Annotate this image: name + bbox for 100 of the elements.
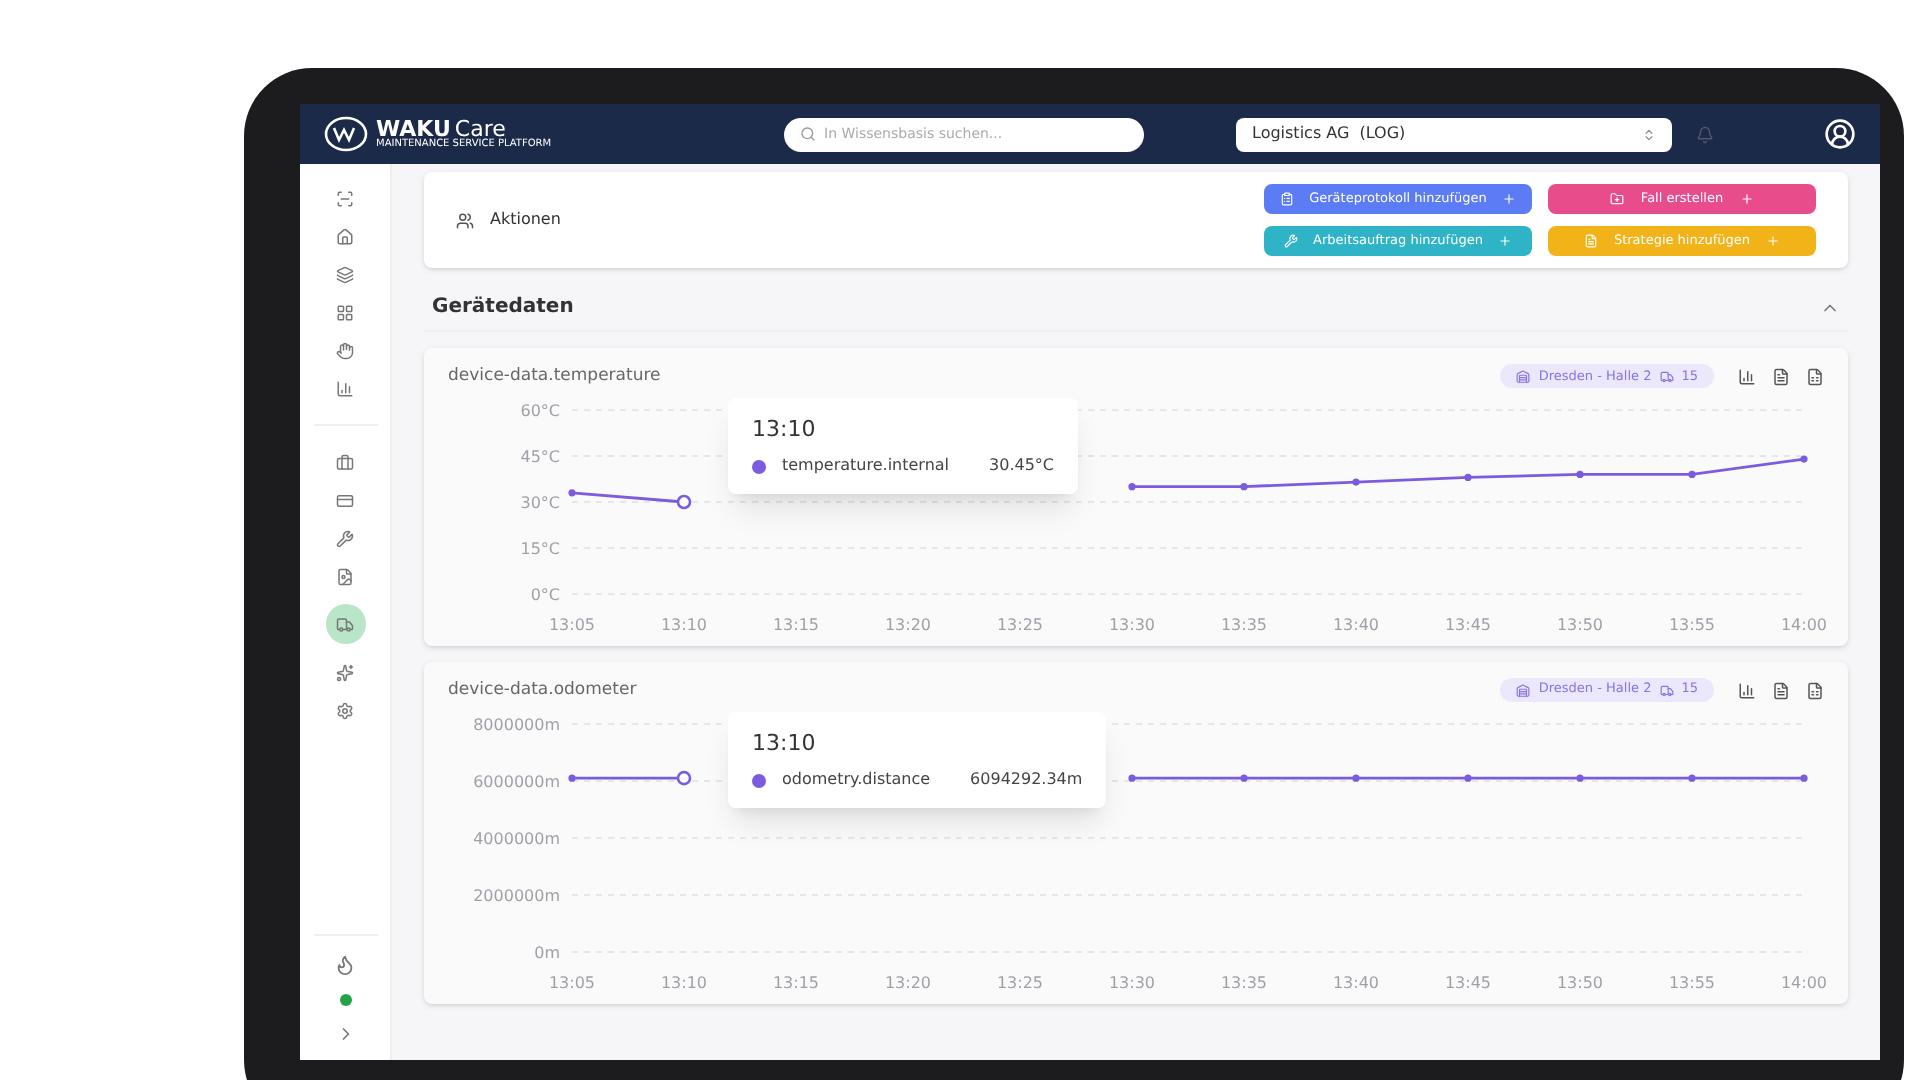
sidebar-icon: [336, 529, 354, 547]
sidebar-icon: [336, 615, 354, 633]
y-axis-label: 0m: [534, 943, 560, 961]
data-point: [1240, 773, 1248, 781]
button-icon: [1610, 192, 1625, 206]
warehouse-icon: [1516, 369, 1531, 384]
x-axis-label: 13:05: [548, 973, 596, 991]
data-point: [1800, 773, 1808, 781]
hovered-point[interactable]: [676, 494, 692, 509]
x-axis-label: 13:15: [772, 615, 820, 634]
x-axis-label: 13:35: [1220, 615, 1268, 634]
sidebar-icon: [336, 189, 354, 207]
plus-icon: [1498, 234, 1513, 248]
y-axis-label: 30°C: [520, 493, 560, 512]
sidebar-icon: [336, 663, 354, 681]
chevron-icon: [1642, 127, 1656, 141]
x-axis-label: 13:55: [1668, 973, 1716, 991]
x-axis-label: 13:10: [660, 615, 708, 634]
flame-icon[interactable]: [334, 954, 356, 976]
data-point: [568, 773, 576, 781]
x-axis-label: 13:25: [996, 973, 1044, 991]
actions-title: Aktionen: [490, 208, 561, 232]
data-point: [1352, 773, 1360, 781]
x-axis-label: 13:15: [772, 973, 820, 991]
sidebar-icon: [336, 265, 354, 283]
sidebar-icon: [336, 303, 354, 321]
chart-title: device-data.temperature: [448, 364, 661, 390]
spreadsheet-icon[interactable]: [1806, 367, 1824, 386]
x-axis-label: 13:50: [1556, 615, 1604, 634]
y-axis-label: 6000000m: [473, 772, 560, 790]
x-axis-label: 13:50: [1556, 973, 1604, 991]
section-title: Gerätedaten: [432, 294, 574, 322]
truck-icon: [1659, 683, 1674, 698]
spreadsheet-icon[interactable]: [1806, 681, 1824, 700]
chart-title: device-data.odometer: [448, 677, 637, 703]
x-axis-label: 13:30: [1108, 615, 1156, 634]
logo-icon: [324, 116, 368, 152]
plus-icon: [1766, 234, 1781, 248]
data-point: [1464, 473, 1472, 481]
x-axis-label: 13:05: [548, 615, 596, 634]
x-axis-label: 13:20: [884, 615, 932, 634]
data-point: [1128, 482, 1136, 490]
company-select-value: Logistics AG (LOG): [1252, 122, 1406, 146]
sidebar-icon: [336, 453, 354, 471]
x-axis-label: 14:00: [1780, 615, 1828, 634]
data-point: [1464, 773, 1472, 781]
hovered-point[interactable]: [676, 769, 692, 785]
file-icon[interactable]: [1772, 367, 1790, 386]
sidebar-item[interactable]: [325, 604, 365, 644]
file-icon[interactable]: [1772, 681, 1790, 700]
button-icon: [1279, 192, 1294, 206]
data-point: [1240, 482, 1248, 490]
plus-icon: [1502, 192, 1517, 206]
sidebar-icon: [336, 341, 354, 359]
user-icon[interactable]: [1824, 118, 1856, 150]
people-icon: [456, 211, 474, 229]
x-axis-label: 13:20: [884, 973, 932, 991]
data-point: [1800, 454, 1808, 463]
logo-brand: WAKU: [376, 118, 451, 140]
bar-chart-icon[interactable]: [1738, 367, 1756, 386]
x-axis-label: 13:45: [1444, 973, 1492, 991]
tooltip-value: 6094292.34m: [970, 768, 1083, 792]
y-axis-label: 0°C: [530, 585, 560, 604]
logo-product: Care: [454, 118, 506, 140]
y-axis-label: 60°C: [520, 401, 560, 420]
tooltip-time: 13:10: [752, 727, 818, 759]
x-axis-label: 13:45: [1444, 615, 1492, 634]
tooltip-value: 30.45°C: [989, 454, 1055, 479]
bar-chart-icon[interactable]: [1738, 681, 1756, 700]
x-axis-label: 13:10: [660, 973, 708, 991]
button-icon: [1583, 234, 1598, 248]
warehouse-icon: [1516, 683, 1531, 698]
y-axis-label: 15°C: [520, 539, 560, 558]
data-point: [1576, 773, 1584, 781]
data-point: [568, 488, 576, 496]
data-point: [1576, 470, 1584, 478]
x-axis-label: 13:40: [1332, 973, 1380, 991]
y-axis-label: 8000000m: [473, 715, 560, 733]
data-point: [1688, 470, 1696, 478]
x-axis-label: 13:40: [1332, 615, 1380, 634]
company-select[interactable]: Logistics AG (LOG): [1236, 117, 1672, 151]
tooltip-series: odometry.distance: [782, 768, 931, 792]
plus-icon: [1739, 192, 1754, 206]
y-axis-label: 4000000m: [473, 829, 560, 847]
y-axis-label: 2000000m: [473, 886, 560, 904]
tooltip-series: temperature.internal: [782, 454, 950, 479]
search-icon: [800, 126, 816, 142]
data-point: [1128, 773, 1136, 781]
sidebar-icon: [336, 227, 354, 245]
data-point: [1688, 773, 1696, 781]
y-axis-label: 45°C: [520, 447, 560, 466]
data-point: [1352, 477, 1360, 486]
x-axis-label: 13:35: [1220, 973, 1268, 991]
sidebar-icon: [336, 379, 354, 397]
button-icon: [1283, 234, 1298, 248]
x-axis-label: 14:00: [1780, 973, 1828, 991]
x-axis-label: 13:25: [996, 615, 1044, 634]
sidebar-icon: [336, 491, 354, 509]
x-axis-label: 13:30: [1108, 973, 1156, 991]
sidebar-icon: [336, 701, 354, 719]
